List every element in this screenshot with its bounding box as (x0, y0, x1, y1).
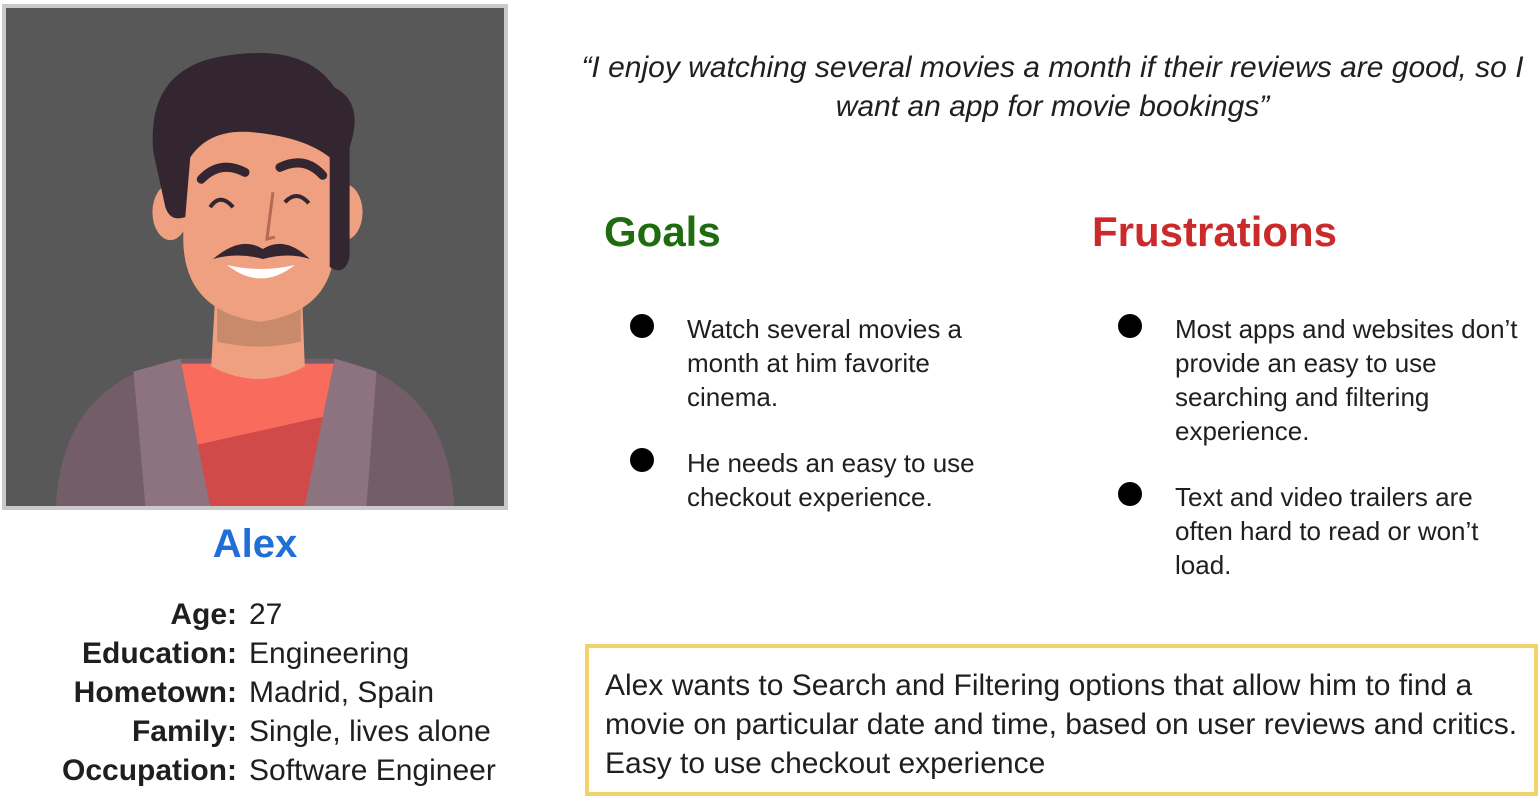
persona-quote: “I enjoy watching several movies a month… (581, 51, 1524, 123)
bullet-icon (1118, 314, 1142, 338)
summary-box: Alex wants to Search and Filtering optio… (585, 644, 1538, 796)
summary-text: Alex wants to Search and Filtering optio… (605, 669, 1518, 780)
bullet-icon (630, 314, 654, 338)
list-item: Text and video trailers are often hard t… (1118, 480, 1528, 582)
detail-label-education: Education: (82, 637, 237, 670)
frustrations-heading: Frustrations (1092, 208, 1338, 255)
detail-label-age: Age: (170, 598, 237, 631)
detail-label-hometown: Hometown: (73, 676, 237, 709)
goals-list: Watch several movies a month at him favo… (630, 312, 1020, 546)
detail-value-occupation: Software Engineer (249, 754, 496, 787)
detail-label-occupation: Occupation: (61, 754, 237, 787)
goal-text: He needs an easy to use checkout experie… (687, 448, 975, 512)
goals-heading: Goals (604, 208, 721, 255)
persona-name: Alex (212, 522, 298, 566)
persona-avatar (2, 4, 508, 510)
bullet-icon (1118, 482, 1142, 506)
detail-value-family: Single, lives alone (249, 715, 491, 748)
goal-text: Watch several movies a month at him favo… (687, 314, 963, 412)
list-item: He needs an easy to use checkout experie… (630, 446, 1020, 514)
list-item: Watch several movies a month at him favo… (630, 312, 1020, 414)
detail-value-age: 27 (249, 598, 283, 631)
frustrations-list: Most apps and websites don’t provide an … (1118, 312, 1528, 614)
avatar-illustration-icon (6, 8, 504, 506)
detail-value-hometown: Madrid, Spain (249, 676, 435, 709)
persona-details: Age: 27 Education: Engineering Hometown:… (0, 596, 560, 789)
detail-label-family: Family: (131, 715, 237, 748)
frustration-text: Most apps and websites don’t provide an … (1175, 314, 1518, 446)
bullet-icon (630, 448, 654, 472)
detail-value-education: Engineering (249, 637, 410, 670)
frustration-text: Text and video trailers are often hard t… (1175, 482, 1479, 580)
list-item: Most apps and websites don’t provide an … (1118, 312, 1528, 448)
